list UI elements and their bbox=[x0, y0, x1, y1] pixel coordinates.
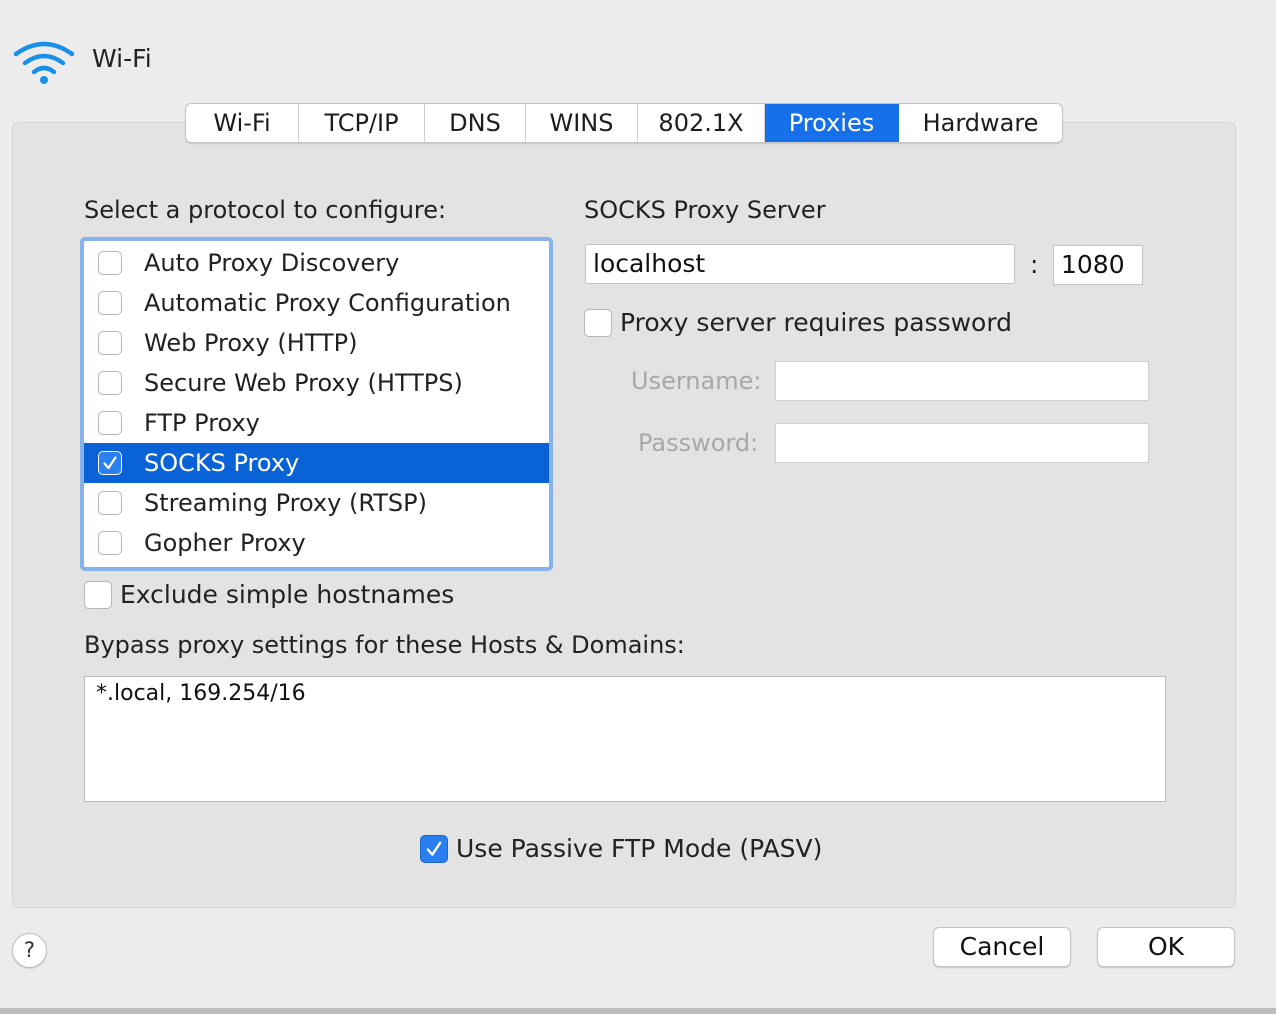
passive-ftp-label: Use Passive FTP Mode (PASV) bbox=[456, 834, 823, 863]
protocol-checkbox[interactable] bbox=[98, 331, 122, 355]
protocol-item-ftp-proxy[interactable]: FTP Proxy bbox=[84, 403, 549, 443]
protocol-checkbox[interactable] bbox=[98, 491, 122, 515]
tab-8021x[interactable]: 802.1X bbox=[638, 104, 765, 142]
cancel-button[interactable]: Cancel bbox=[933, 927, 1071, 967]
protocol-item-label: Streaming Proxy (RTSP) bbox=[144, 489, 427, 517]
protocol-checkbox[interactable] bbox=[98, 371, 122, 395]
protocol-list[interactable]: Auto Proxy Discovery Automatic Proxy Con… bbox=[80, 237, 553, 571]
tab-bar: Wi-Fi TCP/IP DNS WINS 802.1X Proxies Har… bbox=[185, 103, 1063, 143]
proxy-server-heading: SOCKS Proxy Server bbox=[584, 196, 826, 224]
protocol-checkbox[interactable] bbox=[98, 291, 122, 315]
requires-password-checkbox[interactable] bbox=[584, 309, 612, 337]
username-label: Username: bbox=[631, 367, 762, 395]
password-field[interactable] bbox=[775, 423, 1149, 463]
password-label: Password: bbox=[638, 429, 759, 457]
tab-wins[interactable]: WINS bbox=[526, 104, 638, 142]
protocol-item-auto-proxy-discovery[interactable]: Auto Proxy Discovery bbox=[84, 243, 549, 283]
protocol-item-gopher-proxy[interactable]: Gopher Proxy bbox=[84, 523, 549, 563]
bypass-hosts-textarea[interactable]: *.local, 169.254/16 bbox=[84, 676, 1166, 802]
tab-proxies[interactable]: Proxies bbox=[765, 104, 899, 142]
checkmark-icon bbox=[103, 456, 117, 470]
protocol-item-label: Auto Proxy Discovery bbox=[144, 249, 400, 277]
protocol-item-automatic-proxy-configuration[interactable]: Automatic Proxy Configuration bbox=[84, 283, 549, 323]
protocol-checkbox[interactable] bbox=[98, 411, 122, 435]
window-title: Wi-Fi bbox=[92, 44, 152, 73]
protocol-list-heading: Select a protocol to configure: bbox=[84, 196, 447, 224]
proxy-host-field[interactable]: localhost bbox=[585, 244, 1015, 284]
protocol-item-streaming-proxy-rtsp[interactable]: Streaming Proxy (RTSP) bbox=[84, 483, 549, 523]
protocol-item-label: Automatic Proxy Configuration bbox=[144, 289, 511, 317]
protocol-item-socks-proxy[interactable]: SOCKS Proxy bbox=[84, 443, 549, 483]
protocol-checkbox[interactable] bbox=[98, 451, 122, 475]
tab-tcpip[interactable]: TCP/IP bbox=[299, 104, 425, 142]
passive-ftp-checkbox[interactable] bbox=[420, 835, 448, 863]
protocol-item-label: Web Proxy (HTTP) bbox=[144, 329, 358, 357]
protocol-checkbox[interactable] bbox=[98, 531, 122, 555]
tab-wifi[interactable]: Wi-Fi bbox=[186, 104, 299, 142]
username-field[interactable] bbox=[775, 361, 1149, 401]
help-button[interactable]: ? bbox=[12, 933, 47, 968]
wifi-icon bbox=[13, 41, 75, 84]
exclude-simple-hostnames-checkbox[interactable] bbox=[84, 581, 112, 609]
window-bottom-edge bbox=[0, 1008, 1276, 1014]
bypass-label: Bypass proxy settings for these Hosts & … bbox=[84, 631, 685, 659]
checkmark-icon bbox=[426, 841, 442, 856]
host-port-separator: : bbox=[1030, 250, 1039, 279]
proxy-port-field[interactable]: 1080 bbox=[1053, 245, 1143, 285]
protocol-item-secure-web-proxy-https[interactable]: Secure Web Proxy (HTTPS) bbox=[84, 363, 549, 403]
protocol-item-label: Gopher Proxy bbox=[144, 529, 306, 557]
protocol-item-label: FTP Proxy bbox=[144, 409, 260, 437]
tab-hardware[interactable]: Hardware bbox=[899, 104, 1062, 142]
network-proxies-dialog: Wi-Fi Wi-Fi TCP/IP DNS WINS 802.1X Proxi… bbox=[0, 0, 1276, 1014]
protocol-item-label: Secure Web Proxy (HTTPS) bbox=[144, 369, 463, 397]
tab-dns[interactable]: DNS bbox=[425, 104, 526, 142]
requires-password-label: Proxy server requires password bbox=[620, 308, 1013, 337]
ok-button[interactable]: OK bbox=[1097, 927, 1235, 967]
exclude-simple-hostnames-label: Exclude simple hostnames bbox=[120, 580, 455, 609]
protocol-item-label: SOCKS Proxy bbox=[144, 449, 300, 477]
protocol-item-web-proxy-http[interactable]: Web Proxy (HTTP) bbox=[84, 323, 549, 363]
protocol-checkbox[interactable] bbox=[98, 251, 122, 275]
